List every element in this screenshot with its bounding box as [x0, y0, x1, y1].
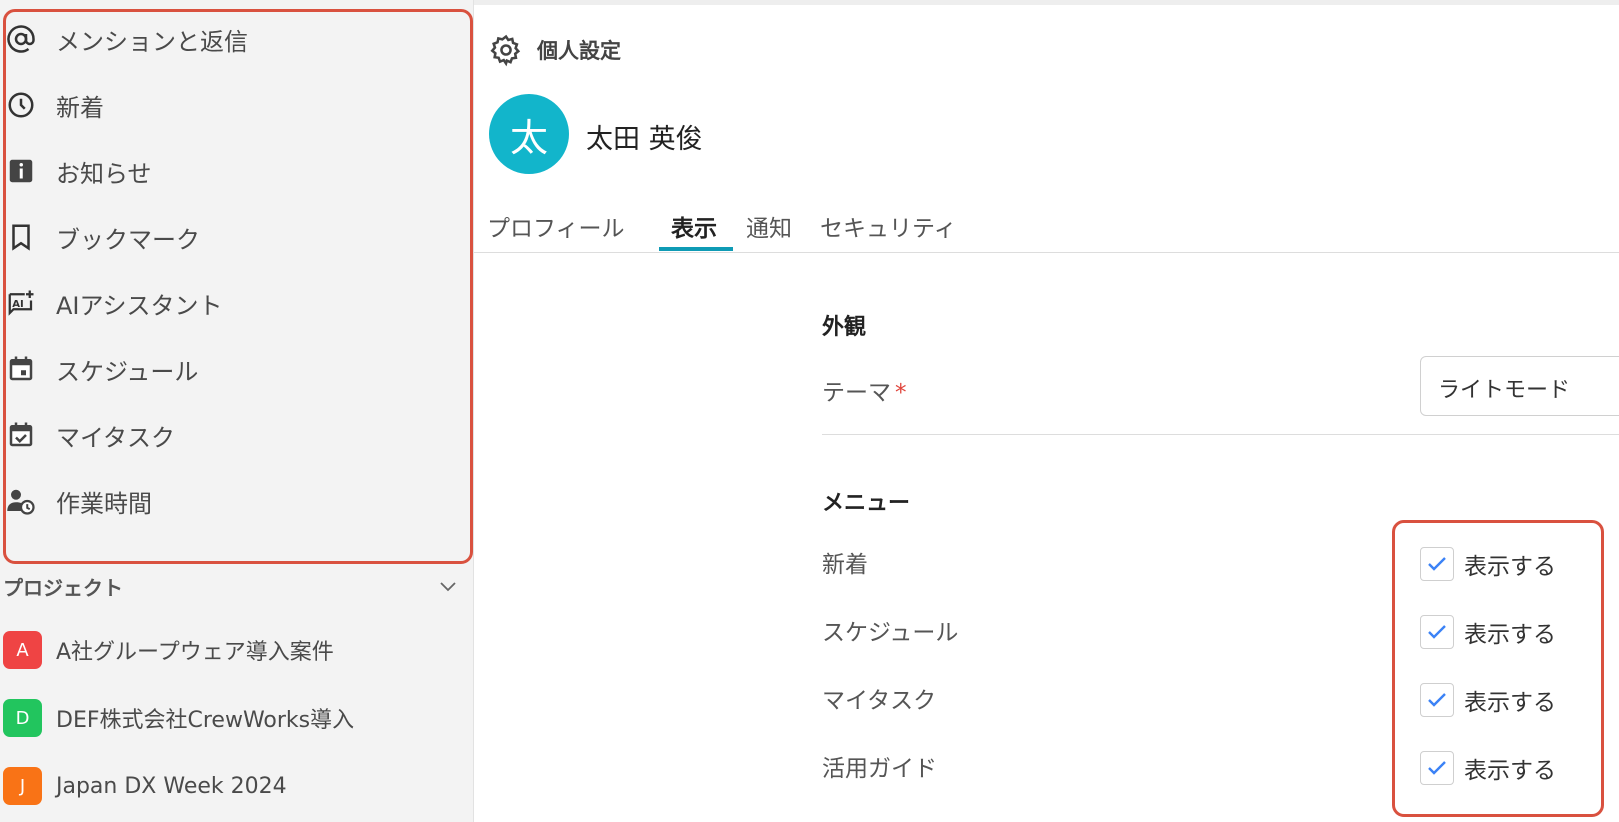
at-sign-icon — [5, 23, 37, 55]
project-item[interactable]: D DEF株式会社CrewWorks導入 — [0, 694, 470, 742]
sidebar: メンションと返信 新着 お知らせ ブックマーク AI AIアシスタント スケジュ… — [0, 0, 474, 822]
tab-security[interactable]: セキュリティ — [820, 209, 957, 243]
section-divider — [822, 434, 1619, 435]
project-badge: D — [3, 699, 42, 737]
show-my-tasks-checkbox[interactable]: 表示する — [1420, 682, 1556, 718]
checkmark-icon — [1428, 625, 1446, 639]
sidebar-item-label: マイタスク — [56, 423, 176, 452]
svg-text:AI: AI — [12, 299, 23, 310]
settings-header: 個人設定 — [489, 33, 621, 67]
project-item[interactable]: J Japan DX Week 2024 — [0, 762, 470, 810]
menu-row-label-my-tasks: マイタスク — [822, 688, 937, 714]
tab-notifications[interactable]: 通知 — [746, 209, 792, 243]
checkmark-icon — [1428, 693, 1446, 707]
menu-row-label-guide: 活用ガイド — [822, 756, 937, 782]
sidebar-item-mentions[interactable]: メンションと返信 — [0, 14, 470, 64]
checkmark-icon — [1428, 761, 1446, 775]
sidebar-item-ai-assistant[interactable]: AI AIアシスタント — [0, 278, 470, 328]
project-label: A社グループウェア導入案件 — [56, 640, 334, 665]
projects-header[interactable]: プロジェクト — [0, 570, 470, 606]
sidebar-item-label: メンションと返信 — [56, 27, 248, 56]
sidebar-item-label: スケジュール — [56, 357, 199, 386]
checkbox[interactable] — [1420, 751, 1454, 785]
theme-select-value: ライトモード — [1438, 378, 1571, 403]
person-clock-icon — [5, 485, 37, 517]
checkbox-label: 表示する — [1464, 690, 1556, 716]
sidebar-item-label: AIアシスタント — [56, 291, 223, 320]
sidebar-item-new[interactable]: 新着 — [0, 80, 470, 130]
checkbox[interactable] — [1420, 547, 1454, 581]
calendar-icon — [5, 353, 37, 385]
avatar: 太 — [489, 94, 569, 174]
show-guide-checkbox[interactable]: 表示する — [1420, 750, 1556, 786]
user-name: 太田 英俊 — [586, 124, 703, 155]
project-badge: A — [3, 631, 42, 669]
menu-row-label-new: 新着 — [822, 552, 868, 578]
chevron-down-icon[interactable] — [436, 574, 460, 598]
clock-icon — [5, 89, 37, 121]
settings-tabs: プロフィール 表示 通知 セキュリティ — [474, 195, 1619, 253]
theme-label: テーマ * — [822, 380, 907, 406]
theme-select[interactable]: ライトモード — [1420, 356, 1619, 416]
show-schedule-checkbox[interactable]: 表示する — [1420, 614, 1556, 650]
project-label: DEF株式会社CrewWorks導入 — [56, 708, 355, 733]
checkbox-label: 表示する — [1464, 622, 1556, 648]
show-new-checkbox[interactable]: 表示する — [1420, 546, 1556, 582]
project-item[interactable]: A A社グループウェア導入案件 — [0, 626, 470, 674]
sidebar-item-schedule[interactable]: スケジュール — [0, 344, 470, 394]
checkbox-label: 表示する — [1464, 758, 1556, 784]
project-badge: J — [3, 767, 42, 805]
required-mark: * — [895, 380, 907, 406]
bookmark-icon — [5, 221, 37, 253]
active-tab-indicator — [659, 247, 733, 251]
sidebar-item-label: ブックマーク — [56, 225, 200, 254]
projects-title: プロジェクト — [3, 576, 123, 600]
sidebar-item-work-time[interactable]: 作業時間 — [0, 476, 470, 526]
project-label: Japan DX Week 2024 — [56, 773, 287, 799]
tab-profile[interactable]: プロフィール — [487, 209, 625, 243]
checkmark-icon — [1428, 557, 1446, 571]
menu-row-label-schedule: スケジュール — [822, 620, 959, 646]
checkbox[interactable] — [1420, 683, 1454, 717]
calendar-check-icon — [5, 419, 37, 451]
ai-assistant-icon: AI — [5, 287, 37, 319]
info-icon — [5, 155, 37, 187]
checkbox[interactable] — [1420, 615, 1454, 649]
tab-display[interactable]: 表示 — [671, 209, 717, 243]
appearance-section-title: 外観 — [822, 315, 867, 340]
sidebar-item-label: 新着 — [56, 93, 104, 122]
sidebar-item-label: 作業時間 — [56, 489, 152, 518]
sidebar-item-notices[interactable]: お知らせ — [0, 146, 470, 196]
sidebar-item-bookmarks[interactable]: ブックマーク — [0, 212, 470, 262]
page-title: 個人設定 — [537, 39, 621, 63]
gear-icon — [490, 34, 521, 67]
checkbox-label: 表示する — [1464, 554, 1556, 580]
menu-section-title: メニュー — [822, 491, 911, 516]
sidebar-item-my-tasks[interactable]: マイタスク — [0, 410, 470, 460]
sidebar-item-label: お知らせ — [56, 159, 152, 188]
